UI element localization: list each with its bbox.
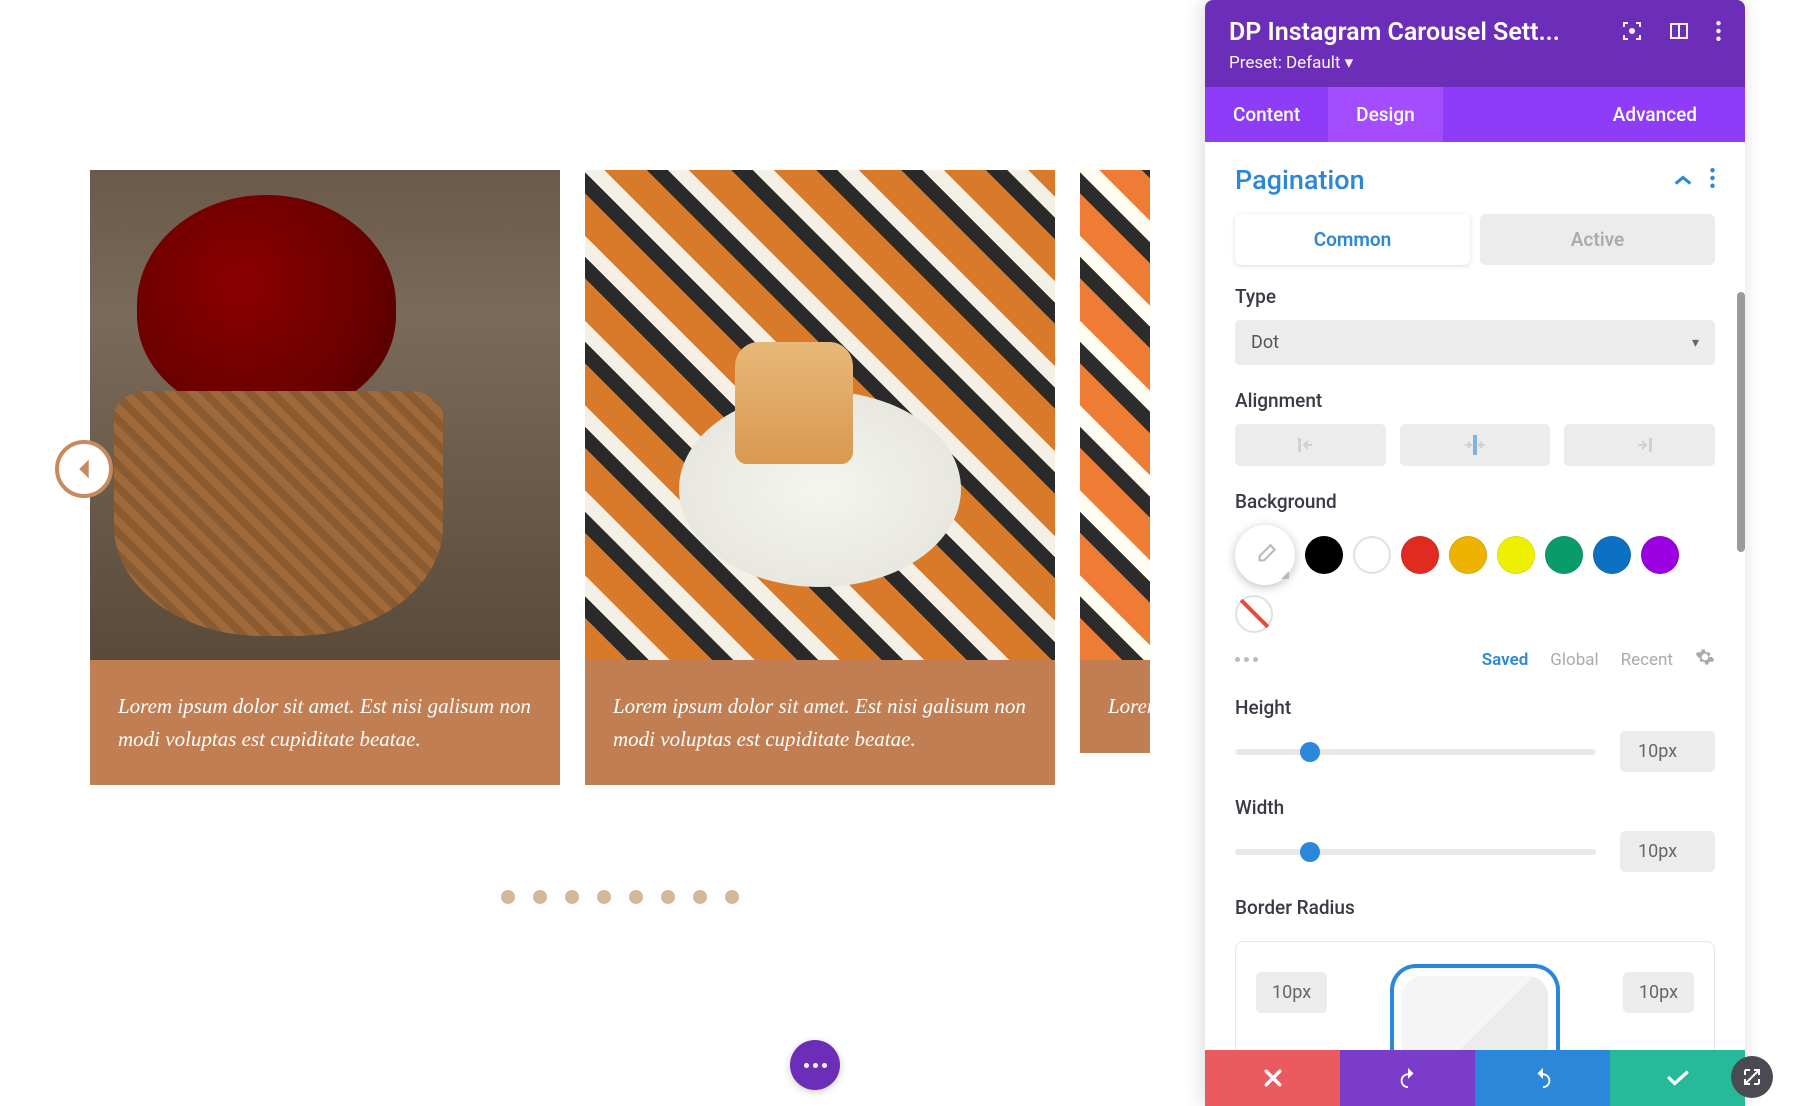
section-title: Pagination: [1235, 164, 1365, 196]
width-value[interactable]: 10px: [1620, 831, 1715, 872]
field-background: Background Saved Global Rec: [1205, 490, 1745, 696]
color-swatch[interactable]: [1305, 536, 1343, 574]
panel-body: Pagination Common Active Type Dot ▾ Alig…: [1205, 142, 1745, 1050]
settings-panel: DP Instagram Carousel Sett... Preset: De…: [1205, 0, 1745, 1106]
pagination-dot[interactable]: [725, 890, 739, 904]
field-label: Type: [1235, 285, 1715, 308]
field-label: Background: [1235, 490, 1715, 513]
slider-thumb[interactable]: [1300, 842, 1320, 862]
height-value[interactable]: 10px: [1620, 731, 1715, 772]
pagination-dot[interactable]: [629, 890, 643, 904]
pagination-dot[interactable]: [597, 890, 611, 904]
panel-title: DP Instagram Carousel Sett...: [1229, 18, 1622, 47]
field-label: Alignment: [1235, 389, 1715, 412]
panel-footer: [1205, 1050, 1745, 1106]
section-header[interactable]: Pagination: [1205, 142, 1745, 214]
chevron-down-icon: ▾: [1692, 335, 1699, 351]
preset-selector[interactable]: Preset: Default ▾: [1229, 53, 1721, 73]
pagination-dot[interactable]: [533, 890, 547, 904]
color-swatch[interactable]: [1641, 536, 1679, 574]
tab-content[interactable]: Content: [1205, 87, 1328, 142]
radius-preview: [1390, 964, 1560, 1050]
section-more-icon[interactable]: [1710, 168, 1715, 192]
focus-icon[interactable]: [1622, 21, 1642, 45]
expand-button[interactable]: [1731, 1056, 1773, 1098]
sub-tab-active[interactable]: Active: [1480, 214, 1715, 265]
columns-icon[interactable]: [1670, 22, 1688, 44]
panel-tabs: Content Design Advanced: [1205, 87, 1745, 142]
pagination-dot[interactable]: [501, 890, 515, 904]
card-caption: Lorem ipsum dolor sit amet. Est nisi gal…: [1080, 660, 1150, 753]
field-alignment: Alignment: [1205, 389, 1745, 490]
tab-advanced[interactable]: Advanced: [1585, 87, 1725, 142]
field-border-radius: Border Radius: [1205, 896, 1745, 941]
builder-fab-button[interactable]: [790, 1040, 840, 1090]
field-label: Border Radius: [1235, 896, 1715, 919]
save-button[interactable]: [1610, 1050, 1745, 1106]
sub-tabs: Common Active: [1205, 214, 1745, 285]
undo-button[interactable]: [1340, 1050, 1475, 1106]
panel-header: DP Instagram Carousel Sett... Preset: De…: [1205, 0, 1745, 87]
field-type: Type Dot ▾: [1205, 285, 1745, 389]
card-caption: Lorem ipsum dolor sit amet. Est nisi gal…: [585, 660, 1055, 785]
card-caption: Lorem ipsum dolor sit amet. Est nisi gal…: [90, 660, 560, 785]
cancel-button[interactable]: [1205, 1050, 1340, 1106]
sub-tab-common[interactable]: Common: [1235, 214, 1470, 265]
chevron-up-icon[interactable]: [1674, 171, 1692, 190]
palette-tab-global[interactable]: Global: [1550, 650, 1598, 670]
carousel-card[interactable]: Lorem ipsum dolor sit amet. Est nisi gal…: [90, 170, 560, 785]
width-slider[interactable]: [1235, 849, 1596, 855]
align-center-button[interactable]: [1400, 424, 1551, 466]
card-image: [90, 170, 560, 660]
pagination-dots: [90, 890, 1150, 904]
preview-area: Lorem ipsum dolor sit amet. Est nisi gal…: [0, 0, 1240, 1106]
color-swatch-none[interactable]: [1235, 595, 1273, 633]
field-label: Height: [1235, 696, 1715, 719]
color-swatch[interactable]: [1401, 536, 1439, 574]
type-select[interactable]: Dot ▾: [1235, 320, 1715, 365]
palette-tab-recent[interactable]: Recent: [1621, 650, 1673, 670]
pagination-dot[interactable]: [565, 890, 579, 904]
palette-tab-saved[interactable]: Saved: [1482, 650, 1529, 670]
carousel-wrapper: Lorem ipsum dolor sit amet. Est nisi gal…: [90, 170, 1150, 904]
field-height: Height 10px: [1205, 696, 1745, 796]
scrollbar[interactable]: [1737, 292, 1745, 552]
align-left-button[interactable]: [1235, 424, 1386, 466]
select-value: Dot: [1251, 332, 1279, 353]
radius-top-right-input[interactable]: 10px: [1623, 972, 1694, 1013]
color-swatch[interactable]: [1497, 536, 1535, 574]
gear-icon[interactable]: [1695, 647, 1715, 672]
field-width: Width 10px: [1205, 796, 1745, 896]
card-image: [585, 170, 1055, 660]
color-picker-button[interactable]: [1235, 525, 1295, 585]
pagination-dot[interactable]: [661, 890, 675, 904]
pagination-dot[interactable]: [693, 890, 707, 904]
carousel-prev-button[interactable]: [55, 440, 113, 498]
border-radius-control: 10px 10px: [1235, 941, 1715, 1050]
align-right-button[interactable]: [1564, 424, 1715, 466]
color-swatch[interactable]: [1593, 536, 1631, 574]
card-image: [1080, 170, 1150, 660]
color-swatch[interactable]: [1353, 536, 1391, 574]
field-label: Width: [1235, 796, 1715, 819]
color-swatch[interactable]: [1545, 536, 1583, 574]
carousel: Lorem ipsum dolor sit amet. Est nisi gal…: [90, 170, 1150, 785]
color-swatch[interactable]: [1449, 536, 1487, 574]
more-icon[interactable]: [1716, 21, 1721, 45]
tab-design[interactable]: Design: [1328, 87, 1443, 142]
redo-button[interactable]: [1475, 1050, 1610, 1106]
radius-top-left-input[interactable]: 10px: [1256, 972, 1327, 1013]
carousel-card[interactable]: Lorem ipsum dolor sit amet. Est nisi gal…: [1080, 170, 1150, 785]
height-slider[interactable]: [1235, 749, 1596, 755]
carousel-card[interactable]: Lorem ipsum dolor sit amet. Est nisi gal…: [585, 170, 1055, 785]
slider-thumb[interactable]: [1300, 742, 1320, 762]
drag-handle-icon[interactable]: [1235, 657, 1258, 662]
